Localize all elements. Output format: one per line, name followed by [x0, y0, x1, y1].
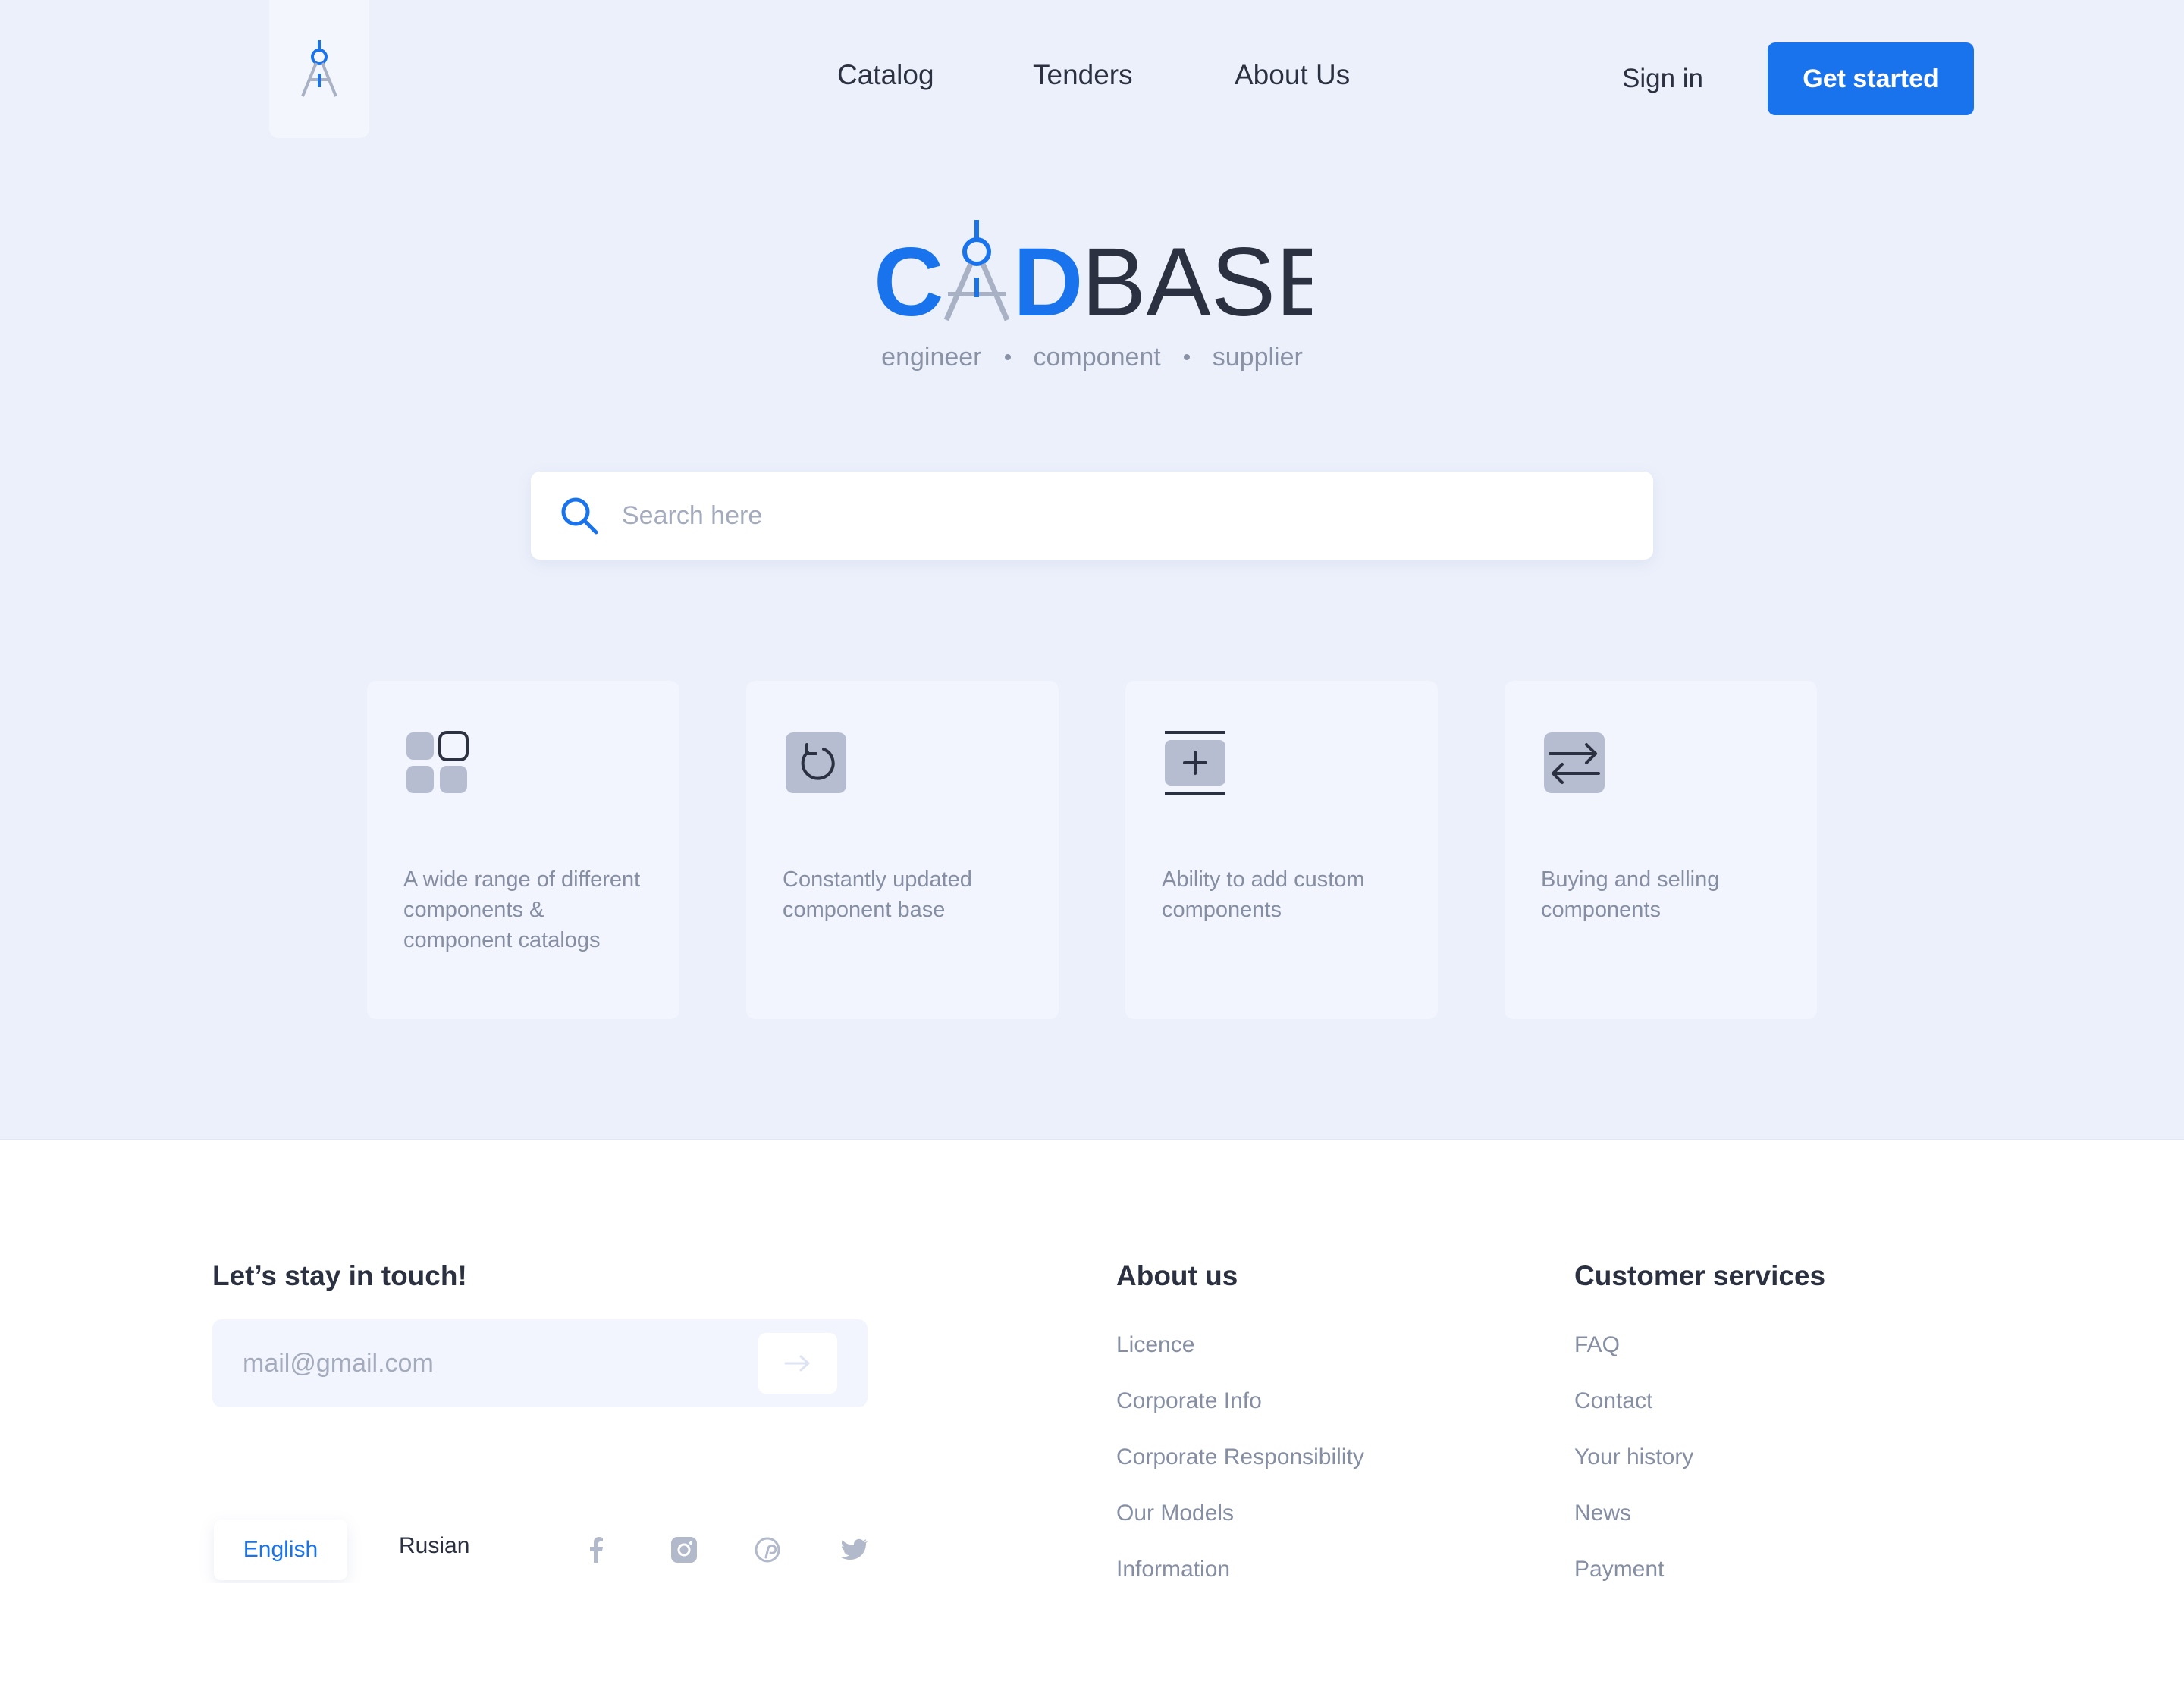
brand-letter-c: C: [874, 228, 943, 334]
tagline-dot: [1004, 354, 1011, 361]
tagline-component: component: [1033, 343, 1161, 372]
pinterest-icon[interactable]: [752, 1535, 783, 1565]
link-our-models[interactable]: Our Models: [1116, 1497, 1364, 1553]
facebook-icon[interactable]: [581, 1535, 611, 1565]
link-corporate-responsibility[interactable]: Corporate Responsibility: [1116, 1441, 1364, 1497]
newsletter-title: Let’s stay in touch!: [212, 1260, 467, 1291]
search-icon[interactable]: [560, 496, 599, 535]
refresh-icon: [786, 732, 846, 793]
twitter-icon[interactable]: [839, 1535, 869, 1565]
tagline-dot: [1183, 354, 1190, 361]
arrow-right-icon: [784, 1355, 810, 1372]
tagline-supplier: supplier: [1212, 343, 1303, 372]
link-licence[interactable]: Licence: [1116, 1328, 1364, 1385]
link-corporate-info[interactable]: Corporate Info: [1116, 1385, 1364, 1441]
footer-bottom-edge: [0, 1583, 2184, 1703]
hero-section: Catalog Tenders About Us Sign in Get sta…: [0, 0, 2184, 1140]
about-us-title: About us: [1116, 1260, 1238, 1291]
brand-logo: C D BASE: [872, 212, 1341, 337]
search-bar: [531, 472, 1653, 560]
email-field[interactable]: [243, 1333, 637, 1394]
link-contact[interactable]: Contact: [1574, 1385, 1693, 1441]
feature-card-range[interactable]: A wide range of different components & c…: [367, 681, 679, 1019]
nav-about-us[interactable]: About Us: [1235, 59, 1350, 91]
tagline-engineer: engineer: [881, 343, 982, 372]
feature-card-custom[interactable]: Ability to add custom components: [1125, 681, 1438, 1019]
feature-text: A wide range of different components & c…: [403, 867, 641, 952]
tagline: engineer component supplier: [0, 343, 2184, 372]
feature-text: Constantly updated component base: [783, 867, 972, 922]
compass-a-icon: [943, 220, 1010, 321]
brand-base: BASE: [1081, 228, 1312, 334]
brand-letter-d: D: [1013, 228, 1083, 334]
add-icon: [1165, 731, 1225, 795]
search-input[interactable]: [622, 485, 1653, 546]
nav-tenders[interactable]: Tenders: [1033, 59, 1133, 91]
cadbase-wordmark: C D BASE: [874, 220, 1341, 337]
instagram-icon[interactable]: [669, 1535, 699, 1565]
sign-in-link[interactable]: Sign in: [1622, 64, 1703, 94]
link-faq[interactable]: FAQ: [1574, 1328, 1693, 1385]
feature-card-updated[interactable]: Constantly updated component base: [746, 681, 1059, 1019]
about-links: Licence Corporate Info Corporate Respons…: [1116, 1328, 1364, 1609]
feature-text: Buying and selling components: [1541, 867, 1720, 922]
main-nav: Catalog Tenders About Us Sign in Get sta…: [0, 42, 2184, 115]
feature-card-trade[interactable]: Buying and selling components: [1505, 681, 1817, 1019]
exchange-icon: [1544, 732, 1605, 793]
get-started-button[interactable]: Get started: [1768, 42, 1974, 115]
feature-text: Ability to add custom components: [1162, 867, 1365, 922]
language-english[interactable]: English: [214, 1520, 347, 1580]
customer-services-title: Customer services: [1574, 1260, 1826, 1291]
grid-icon: [406, 731, 469, 793]
link-your-history[interactable]: Your history: [1574, 1441, 1693, 1497]
link-news[interactable]: News: [1574, 1497, 1693, 1553]
language-russian[interactable]: Rusian: [399, 1533, 469, 1559]
services-links: FAQ Contact Your history News Payment: [1574, 1328, 1693, 1609]
newsletter-form: [212, 1319, 868, 1407]
nav-catalog[interactable]: Catalog: [837, 59, 934, 91]
subscribe-button[interactable]: [758, 1333, 837, 1394]
